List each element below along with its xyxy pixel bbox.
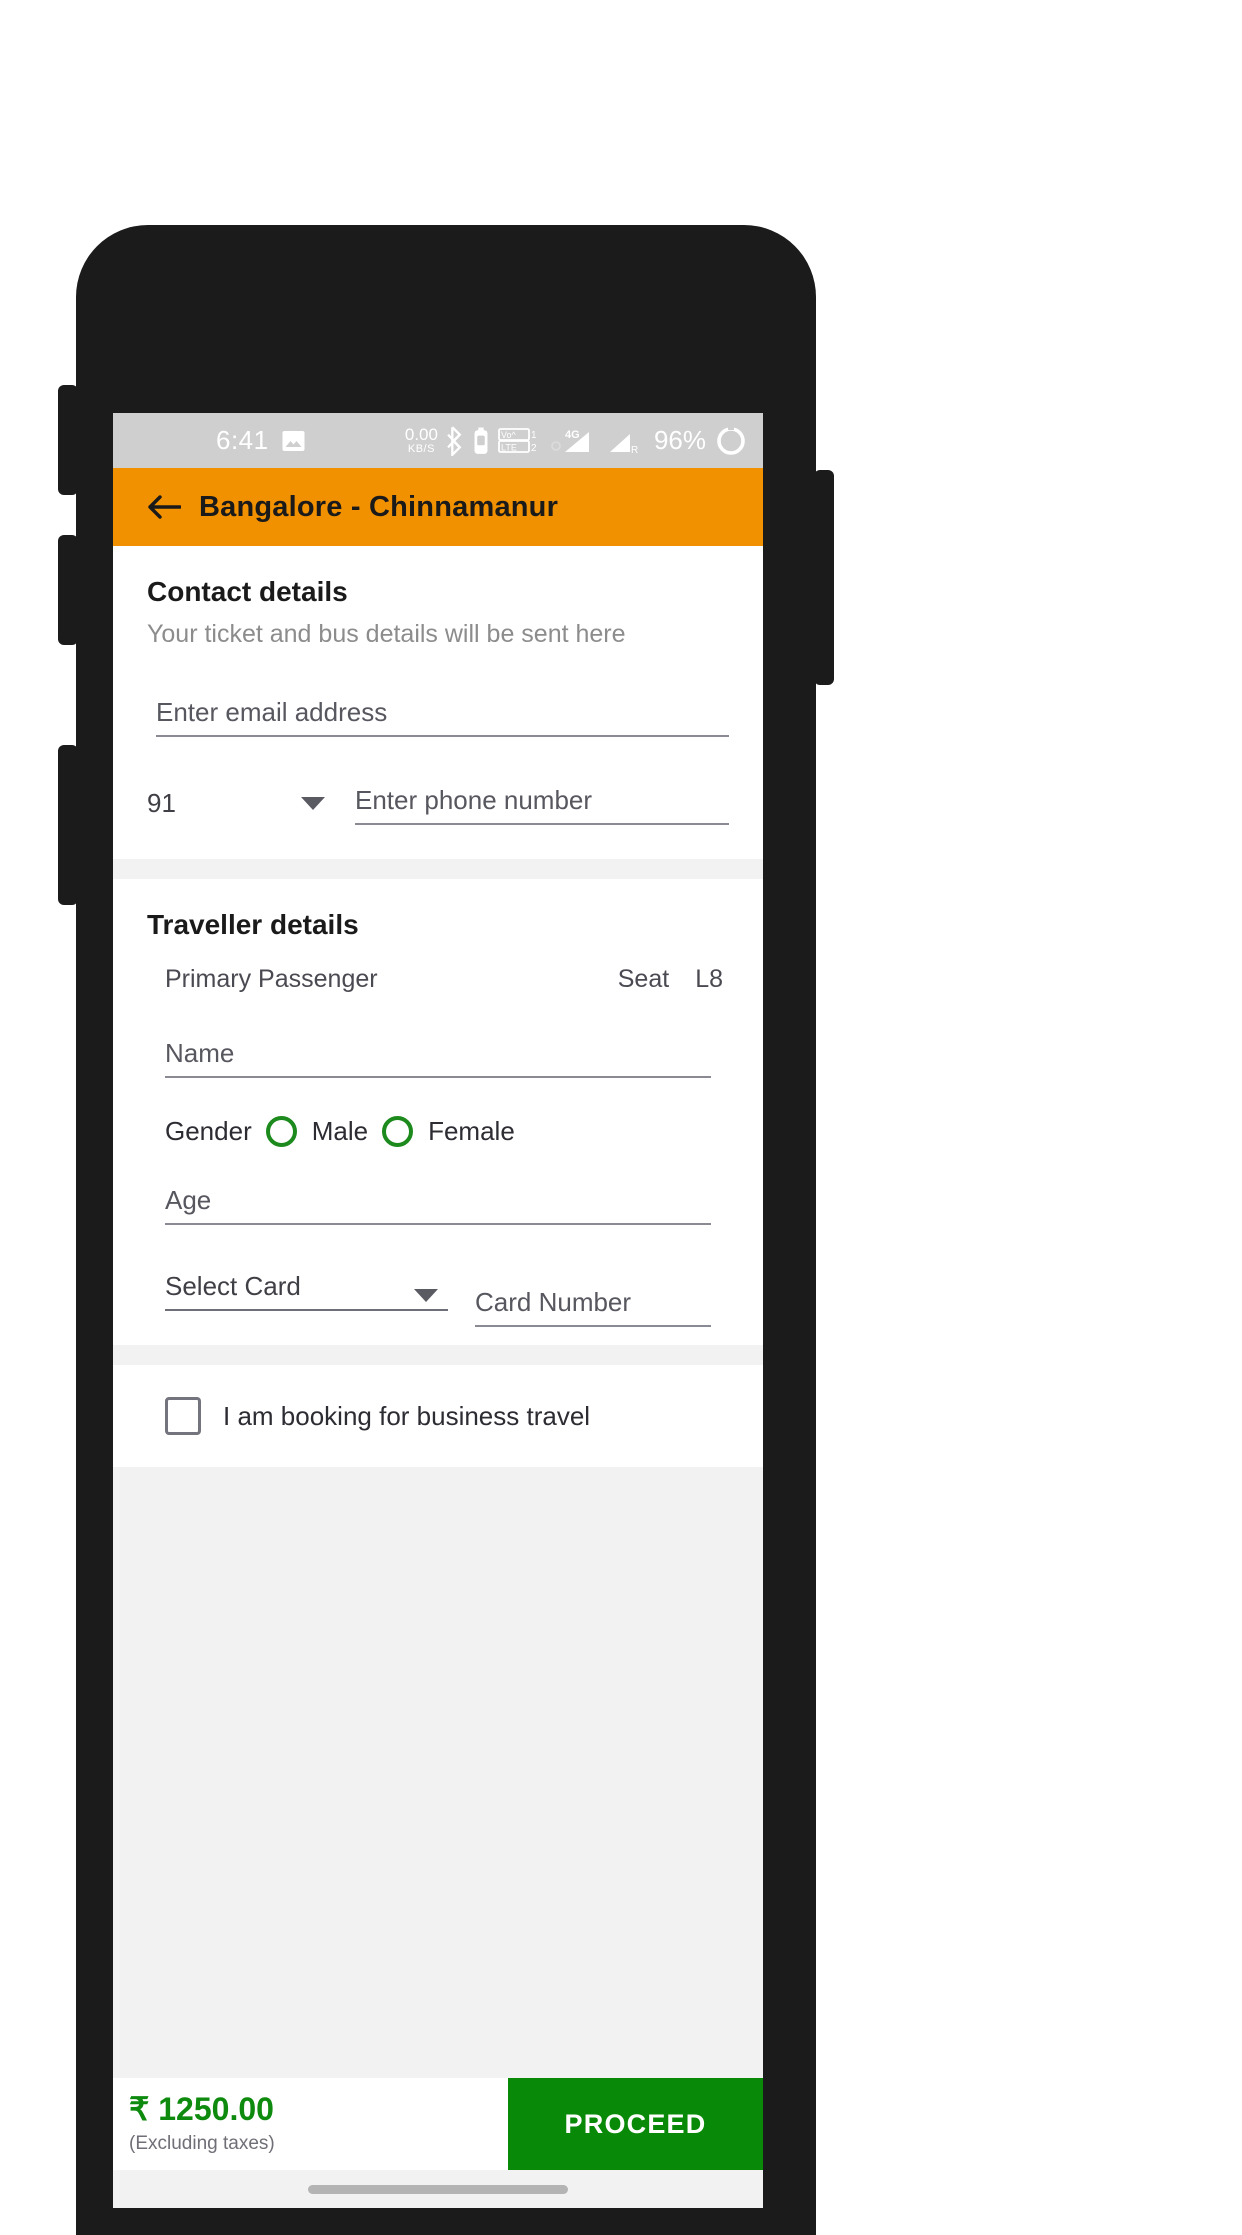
select-card-value: Select Card (165, 1271, 301, 1301)
gender-radio-male[interactable] (265, 1116, 297, 1147)
business-travel-row[interactable]: I am booking for business travel (147, 1365, 729, 1467)
power-button[interactable] (58, 745, 78, 905)
svg-text:1: 1 (531, 430, 537, 441)
signal-roaming-icon: R (608, 426, 642, 456)
data-rate-unit: KB/S (407, 443, 435, 455)
battery-percent-label: 96% (653, 425, 706, 455)
age-placeholder: Age (165, 1185, 212, 1215)
email-placeholder: Enter email address (156, 697, 388, 727)
chevron-down-icon (301, 797, 325, 810)
volume-up-button[interactable] (58, 385, 78, 495)
app-bar: Bangalore - Chinnamanur (113, 468, 763, 546)
age-field[interactable]: Age (165, 1185, 711, 1225)
battery-circle-icon (715, 425, 747, 457)
section-divider (113, 859, 763, 879)
section-divider (113, 1345, 763, 1365)
phone-number-field[interactable]: Enter phone number (355, 785, 729, 825)
traveller-details-card: Traveller details Primary Passenger Seat… (113, 879, 763, 1345)
passenger-name-field[interactable]: Name (165, 1038, 711, 1078)
data-rate-value: 0.00 (404, 425, 438, 444)
image-icon (281, 430, 306, 452)
gender-label: Gender (165, 1116, 252, 1146)
gender-label-male[interactable]: Male (312, 1116, 368, 1147)
svg-text:R: R (631, 445, 638, 456)
card-number-placeholder: Card Number (475, 1287, 632, 1317)
gender-radio-female[interactable] (382, 1116, 414, 1147)
name-placeholder: Name (165, 1038, 235, 1068)
signal-4g-icon: 4G (551, 426, 599, 456)
proceed-button[interactable]: PROCEED (508, 2078, 763, 2170)
bluetooth-icon (447, 425, 464, 456)
svg-text:2: 2 (531, 443, 537, 454)
seat-info: Seat L8 (618, 965, 723, 994)
primary-passenger-row: Primary Passenger Seat L8 (147, 965, 729, 994)
assistant-button[interactable] (814, 470, 834, 685)
status-bar-right: 0.00 KB/S Vo^ LTE 1 2 4G R 96% (405, 425, 747, 457)
gender-label-female[interactable]: Female (428, 1116, 515, 1147)
price-note: (Excluding taxes) (129, 2132, 275, 2154)
contact-details-subtitle: Your ticket and bus details will be sent… (147, 620, 626, 648)
business-travel-card: I am booking for business travel (113, 1365, 763, 1467)
select-card-dropdown[interactable]: Select Card (165, 1271, 448, 1311)
sim-battery-icon (473, 427, 489, 455)
price-block: ₹ 1250.00 (Excluding taxes) (113, 2078, 508, 2170)
card-number-field[interactable]: Card Number (475, 1287, 711, 1327)
back-arrow-icon[interactable] (147, 494, 182, 520)
contact-details-heading: Contact details (147, 576, 348, 607)
phone-placeholder: Enter phone number (355, 785, 593, 815)
volte-dual-sim-icon: Vo^ LTE 1 2 (498, 426, 542, 456)
contact-details-card: Contact details Your ticket and bus deta… (113, 546, 763, 859)
chevron-down-icon (414, 1289, 438, 1302)
country-code-dropdown[interactable]: 91 (147, 788, 335, 825)
business-travel-label: I am booking for business travel (223, 1400, 591, 1431)
status-time: 6:41 (216, 425, 269, 455)
page-title: Bangalore - Chinnamanur (199, 490, 559, 523)
traveller-details-heading: Traveller details (147, 909, 359, 940)
total-price: ₹ 1250.00 (129, 2091, 274, 2128)
seat-value: L8 (695, 965, 723, 993)
content-filler (113, 1467, 763, 2078)
svg-text:LTE: LTE (501, 442, 517, 452)
seat-label: Seat (617, 965, 670, 993)
phone-row: 91 Enter phone number (147, 785, 729, 859)
svg-text:4G: 4G (565, 429, 580, 441)
phone-screen: 6:41 0.00 KB/S Vo^ LTE 1 2 4G R 96% Bang… (113, 413, 763, 2208)
email-field[interactable]: Enter email address (156, 697, 729, 737)
data-speed-indicator: 0.00 KB/S (405, 426, 438, 455)
status-bar: 6:41 0.00 KB/S Vo^ LTE 1 2 4G R 96% (113, 413, 763, 468)
bottom-action-bar: ₹ 1250.00 (Excluding taxes) PROCEED (113, 2078, 763, 2170)
business-travel-checkbox[interactable] (165, 1397, 201, 1435)
gesture-home-pill[interactable] (308, 2184, 568, 2194)
country-code-value: 91 (147, 788, 176, 818)
volume-down-button[interactable] (58, 535, 78, 645)
card-row: Select Card Card Number (165, 1271, 711, 1345)
gender-row: Gender Male Female (165, 1116, 729, 1147)
primary-passenger-label: Primary Passenger (165, 965, 378, 993)
status-bar-left: 6:41 (216, 425, 306, 456)
page-content: Contact details Your ticket and bus deta… (113, 546, 763, 2078)
system-navigation-bar (113, 2170, 763, 2208)
svg-text:Vo^: Vo^ (501, 430, 517, 440)
